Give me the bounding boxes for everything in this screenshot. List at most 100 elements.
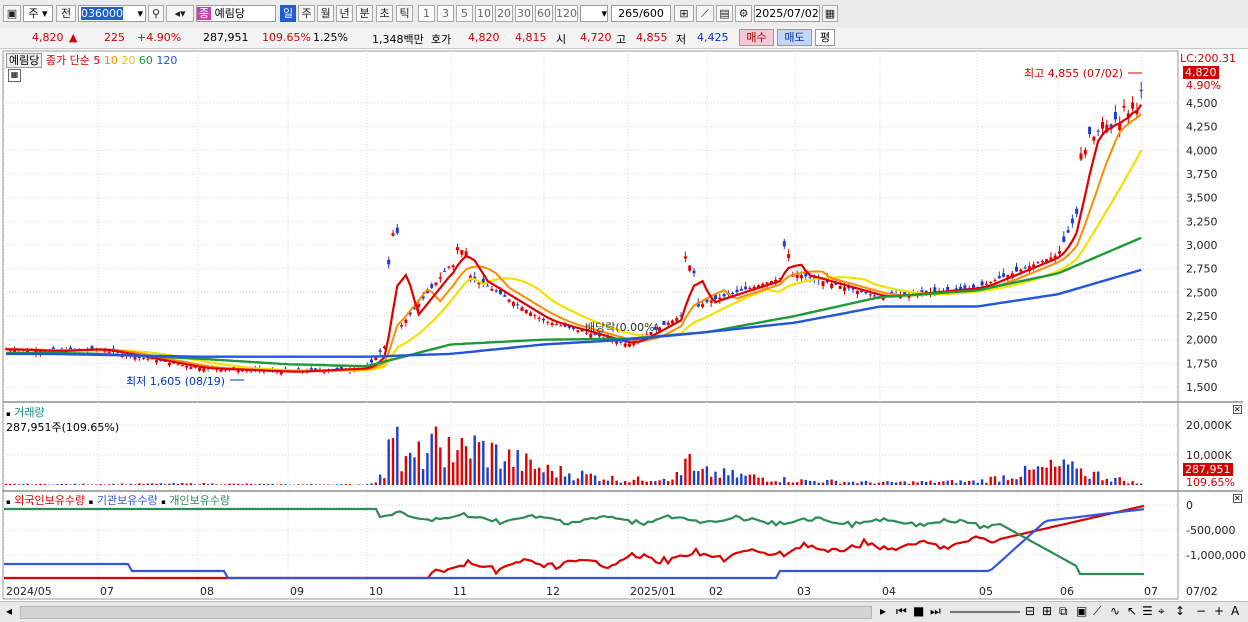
- scroll-track[interactable]: [20, 606, 872, 619]
- period-week-button[interactable]: 주: [298, 5, 315, 22]
- sell-button[interactable]: 매도: [777, 29, 812, 46]
- cursor-icon[interactable]: ↖: [1127, 604, 1137, 618]
- period-second-button[interactable]: 초: [376, 5, 393, 22]
- hand-icon[interactable]: ☰: [1142, 604, 1153, 618]
- volume-bar: [173, 483, 175, 485]
- chevron-down-icon[interactable]: ▾: [137, 6, 143, 21]
- tick-10-button[interactable]: 10: [475, 5, 493, 22]
- stop-icon[interactable]: ■: [913, 604, 924, 618]
- save-icon[interactable]: ▤: [716, 5, 733, 22]
- resize-icon[interactable]: ↕: [1175, 604, 1185, 618]
- volume-bar: [1136, 484, 1138, 485]
- scroll-left-icon[interactable]: ◂: [6, 604, 12, 618]
- rewind-icon[interactable]: ⏮: [896, 604, 907, 619]
- foreign-holding-label[interactable]: 외국인보유수량: [14, 494, 85, 507]
- wave-icon[interactable]: ∿: [1110, 604, 1120, 618]
- trend-icon[interactable]: ⟋: [1093, 604, 1101, 619]
- ma-10-label[interactable]: 10: [104, 54, 118, 67]
- volume-bar: [297, 484, 299, 485]
- zoom-slider[interactable]: [950, 611, 1020, 613]
- tick-60-button[interactable]: 60: [535, 5, 553, 22]
- institution-holding-label[interactable]: 기관보유수량: [97, 494, 158, 507]
- crosshair-icon[interactable]: ⌖: [1158, 604, 1165, 619]
- ma-60-label[interactable]: 60: [139, 54, 153, 67]
- volume-bar: [233, 484, 235, 485]
- volume-bar: [517, 450, 519, 485]
- buy-button[interactable]: 매수: [739, 29, 774, 46]
- volume-bar: [723, 468, 725, 485]
- period-month-button[interactable]: 월: [317, 5, 334, 22]
- ma-20-label[interactable]: 20: [121, 54, 135, 67]
- copy-icon[interactable]: ⧉: [1059, 604, 1068, 619]
- candle-body: [443, 271, 446, 272]
- volume-title[interactable]: 거래량: [14, 406, 44, 419]
- stock-legend-label[interactable]: 예림당: [6, 53, 42, 68]
- volume-bar: [925, 482, 927, 485]
- ma-title[interactable]: 종가 단순: [46, 54, 90, 67]
- retail-holding-label[interactable]: 개인보유수량: [169, 494, 230, 507]
- volume-bar: [873, 484, 875, 485]
- gear-icon[interactable]: ⚙: [735, 5, 752, 22]
- sound-icon[interactable]: ◂▾: [166, 5, 194, 22]
- tick-120-button[interactable]: 120: [555, 5, 578, 22]
- period-tick-button[interactable]: 틱: [396, 5, 413, 22]
- candle-body: [185, 366, 188, 368]
- tick-3-button[interactable]: 3: [437, 5, 454, 22]
- draw-tool-icon[interactable]: ⟋: [696, 5, 714, 22]
- volume-bar: [409, 453, 411, 485]
- x-tick-label: 08: [200, 585, 214, 598]
- minus-icon[interactable]: −: [1196, 604, 1206, 618]
- grid-toggle-icon[interactable]: ▦: [8, 69, 21, 82]
- tick-1-button[interactable]: 1: [418, 5, 435, 22]
- chart-menu-icon[interactable]: ▣: [3, 5, 21, 22]
- x-tick-label: 07: [1144, 585, 1158, 598]
- date-field[interactable]: 2025/07/02: [754, 5, 820, 22]
- tick-custom-dropdown[interactable]: ▾: [580, 5, 608, 22]
- candle-body: [430, 284, 433, 288]
- layout-icon[interactable]: ⊞: [1042, 604, 1052, 618]
- zoom-out-icon[interactable]: ⊟: [1025, 604, 1035, 618]
- volume-bar: [538, 468, 540, 485]
- ma-120-label[interactable]: 120: [156, 54, 177, 67]
- holding-panel-close-icon[interactable]: ✕: [1233, 494, 1242, 503]
- ma-5-label[interactable]: 5: [93, 54, 100, 67]
- high-label: 고: [616, 31, 626, 47]
- search-icon[interactable]: ⚲: [148, 5, 164, 22]
- volume-bar: [1050, 460, 1052, 485]
- volume-bar: [1024, 466, 1026, 485]
- calendar-icon[interactable]: ▦: [822, 5, 838, 22]
- candle-type-icon[interactable]: ⊞: [674, 5, 694, 22]
- volume-bar: [250, 484, 252, 485]
- stock-code-input[interactable]: 036000▾: [78, 5, 146, 22]
- volume-bar: [319, 484, 321, 485]
- volume-bar: [61, 484, 63, 485]
- period-year-button[interactable]: 년: [336, 5, 353, 22]
- x-tick-label: 09: [290, 585, 304, 598]
- retail-holding-line: [4, 509, 1144, 574]
- avg-button[interactable]: 평: [815, 29, 835, 46]
- candle-body: [800, 275, 803, 278]
- window-icon[interactable]: ▣: [1076, 604, 1087, 618]
- prev-button[interactable]: 전: [56, 5, 76, 22]
- ma-10-line: [6, 114, 1141, 371]
- tick-5-button[interactable]: 5: [456, 5, 473, 22]
- tick-30-button[interactable]: 30: [515, 5, 533, 22]
- stock-name-field[interactable]: 종 예림당: [196, 5, 276, 22]
- volume-panel-close-icon[interactable]: ✕: [1233, 405, 1242, 414]
- forward-icon[interactable]: ⏭: [930, 604, 941, 619]
- count-field[interactable]: 265/600: [611, 5, 671, 22]
- text-tool-icon[interactable]: A: [1231, 604, 1239, 618]
- scroll-right-icon[interactable]: ▸: [880, 604, 886, 618]
- volume-bar: [185, 484, 187, 485]
- volume-bar: [1110, 482, 1112, 485]
- volume-bar: [792, 483, 794, 485]
- candle-body: [1075, 209, 1078, 214]
- tick-20-button[interactable]: 20: [495, 5, 513, 22]
- volume-bar: [306, 484, 308, 485]
- period-day-button[interactable]: 일: [280, 5, 296, 22]
- volume-bar: [796, 482, 798, 485]
- period-minute-button[interactable]: 분: [356, 5, 373, 22]
- mode-dropdown[interactable]: 주 ▾: [23, 5, 53, 22]
- volume-bar: [44, 484, 46, 485]
- plus-icon[interactable]: +: [1214, 604, 1224, 618]
